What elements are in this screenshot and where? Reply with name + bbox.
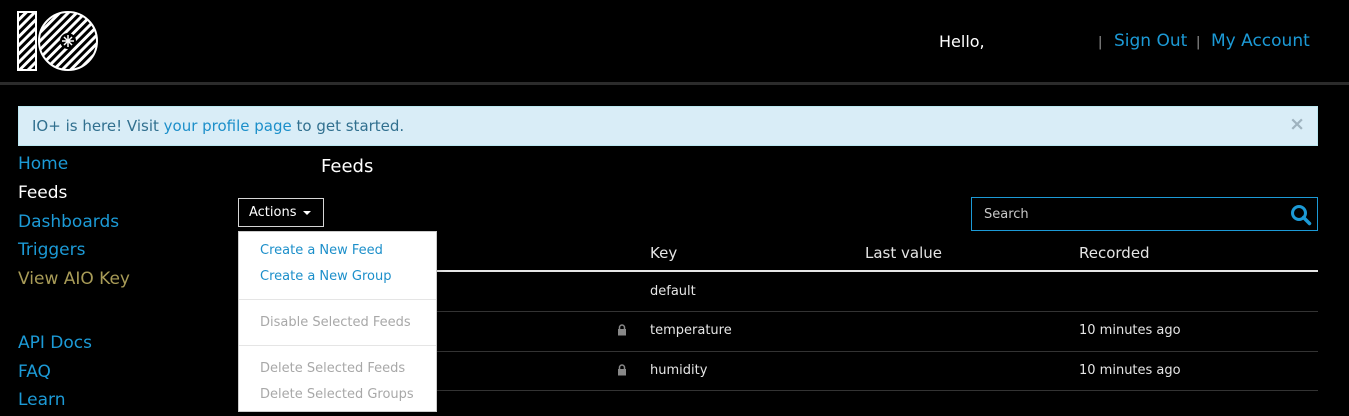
alert-text: IO+ is here! Visit your profile page to … (32, 117, 404, 135)
row-divider (436, 390, 1318, 391)
row-key[interactable]: humidity (650, 363, 707, 378)
sidebar-item-dashboards[interactable]: Dashboards (18, 212, 119, 232)
caret-down-icon (302, 210, 311, 215)
profile-page-link[interactable]: your profile page (164, 117, 292, 135)
sidebar-item-view-aio-key[interactable]: View AIO Key (18, 269, 130, 289)
header-separator: | (1098, 35, 1103, 50)
adafruit-io-logo-icon[interactable] (17, 11, 99, 71)
alert-close-icon[interactable]: × (1289, 113, 1305, 135)
sign-out-link[interactable]: Sign Out (1114, 31, 1187, 51)
menu-divider (239, 345, 436, 346)
search-input[interactable] (972, 198, 1272, 230)
row-divider (436, 351, 1318, 352)
alert-suffix: to get started. (291, 117, 405, 135)
menu-divider (239, 299, 436, 300)
row-key[interactable]: temperature (650, 323, 732, 338)
menu-item-create-feed[interactable]: Create a New Feed (260, 243, 383, 258)
row-key[interactable]: default (650, 284, 696, 299)
menu-item-create-group[interactable]: Create a New Group (260, 269, 392, 284)
table-header-divider (436, 270, 1318, 272)
menu-item-disable-feeds[interactable]: Disable Selected Feeds (260, 315, 411, 330)
actions-button-label: Actions (249, 205, 297, 220)
sidebar-item-faq[interactable]: FAQ (18, 362, 51, 382)
column-header-last-value[interactable]: Last value (865, 244, 942, 262)
column-header-key[interactable]: Key (650, 244, 677, 262)
sidebar-item-feeds[interactable]: Feeds (18, 183, 67, 203)
sidebar-item-home[interactable]: Home (18, 154, 68, 174)
row-recorded: 10 minutes ago (1079, 323, 1181, 338)
top-header: Hello, | Sign Out | My Account (0, 0, 1349, 83)
greeting-text: Hello, (939, 32, 985, 51)
sidebar-item-api-docs[interactable]: API Docs (18, 333, 92, 353)
menu-item-delete-groups[interactable]: Delete Selected Groups (260, 387, 414, 402)
search-icon[interactable] (1290, 204, 1312, 226)
page: Hello, | Sign Out | My Account IO+ is he… (0, 0, 1349, 416)
actions-dropdown-button[interactable]: Actions (238, 198, 324, 227)
io-plus-alert: IO+ is here! Visit your profile page to … (18, 106, 1318, 146)
lock-icon (618, 364, 626, 376)
search-box (971, 197, 1318, 231)
actions-dropdown-menu: Create a New Feed Create a New Group Dis… (238, 231, 437, 412)
lock-icon (618, 324, 626, 336)
sidebar-item-triggers[interactable]: Triggers (18, 240, 86, 260)
header-separator: | (1196, 35, 1201, 50)
alert-prefix: IO+ is here! Visit (32, 117, 164, 135)
menu-item-delete-feeds[interactable]: Delete Selected Feeds (260, 361, 405, 376)
row-recorded: 10 minutes ago (1079, 363, 1181, 378)
sidebar-item-learn[interactable]: Learn (18, 390, 66, 410)
my-account-link[interactable]: My Account (1211, 31, 1310, 51)
header-divider (0, 82, 1349, 85)
page-title: Feeds (321, 156, 374, 177)
column-header-recorded[interactable]: Recorded (1079, 244, 1150, 262)
row-divider (436, 311, 1318, 312)
